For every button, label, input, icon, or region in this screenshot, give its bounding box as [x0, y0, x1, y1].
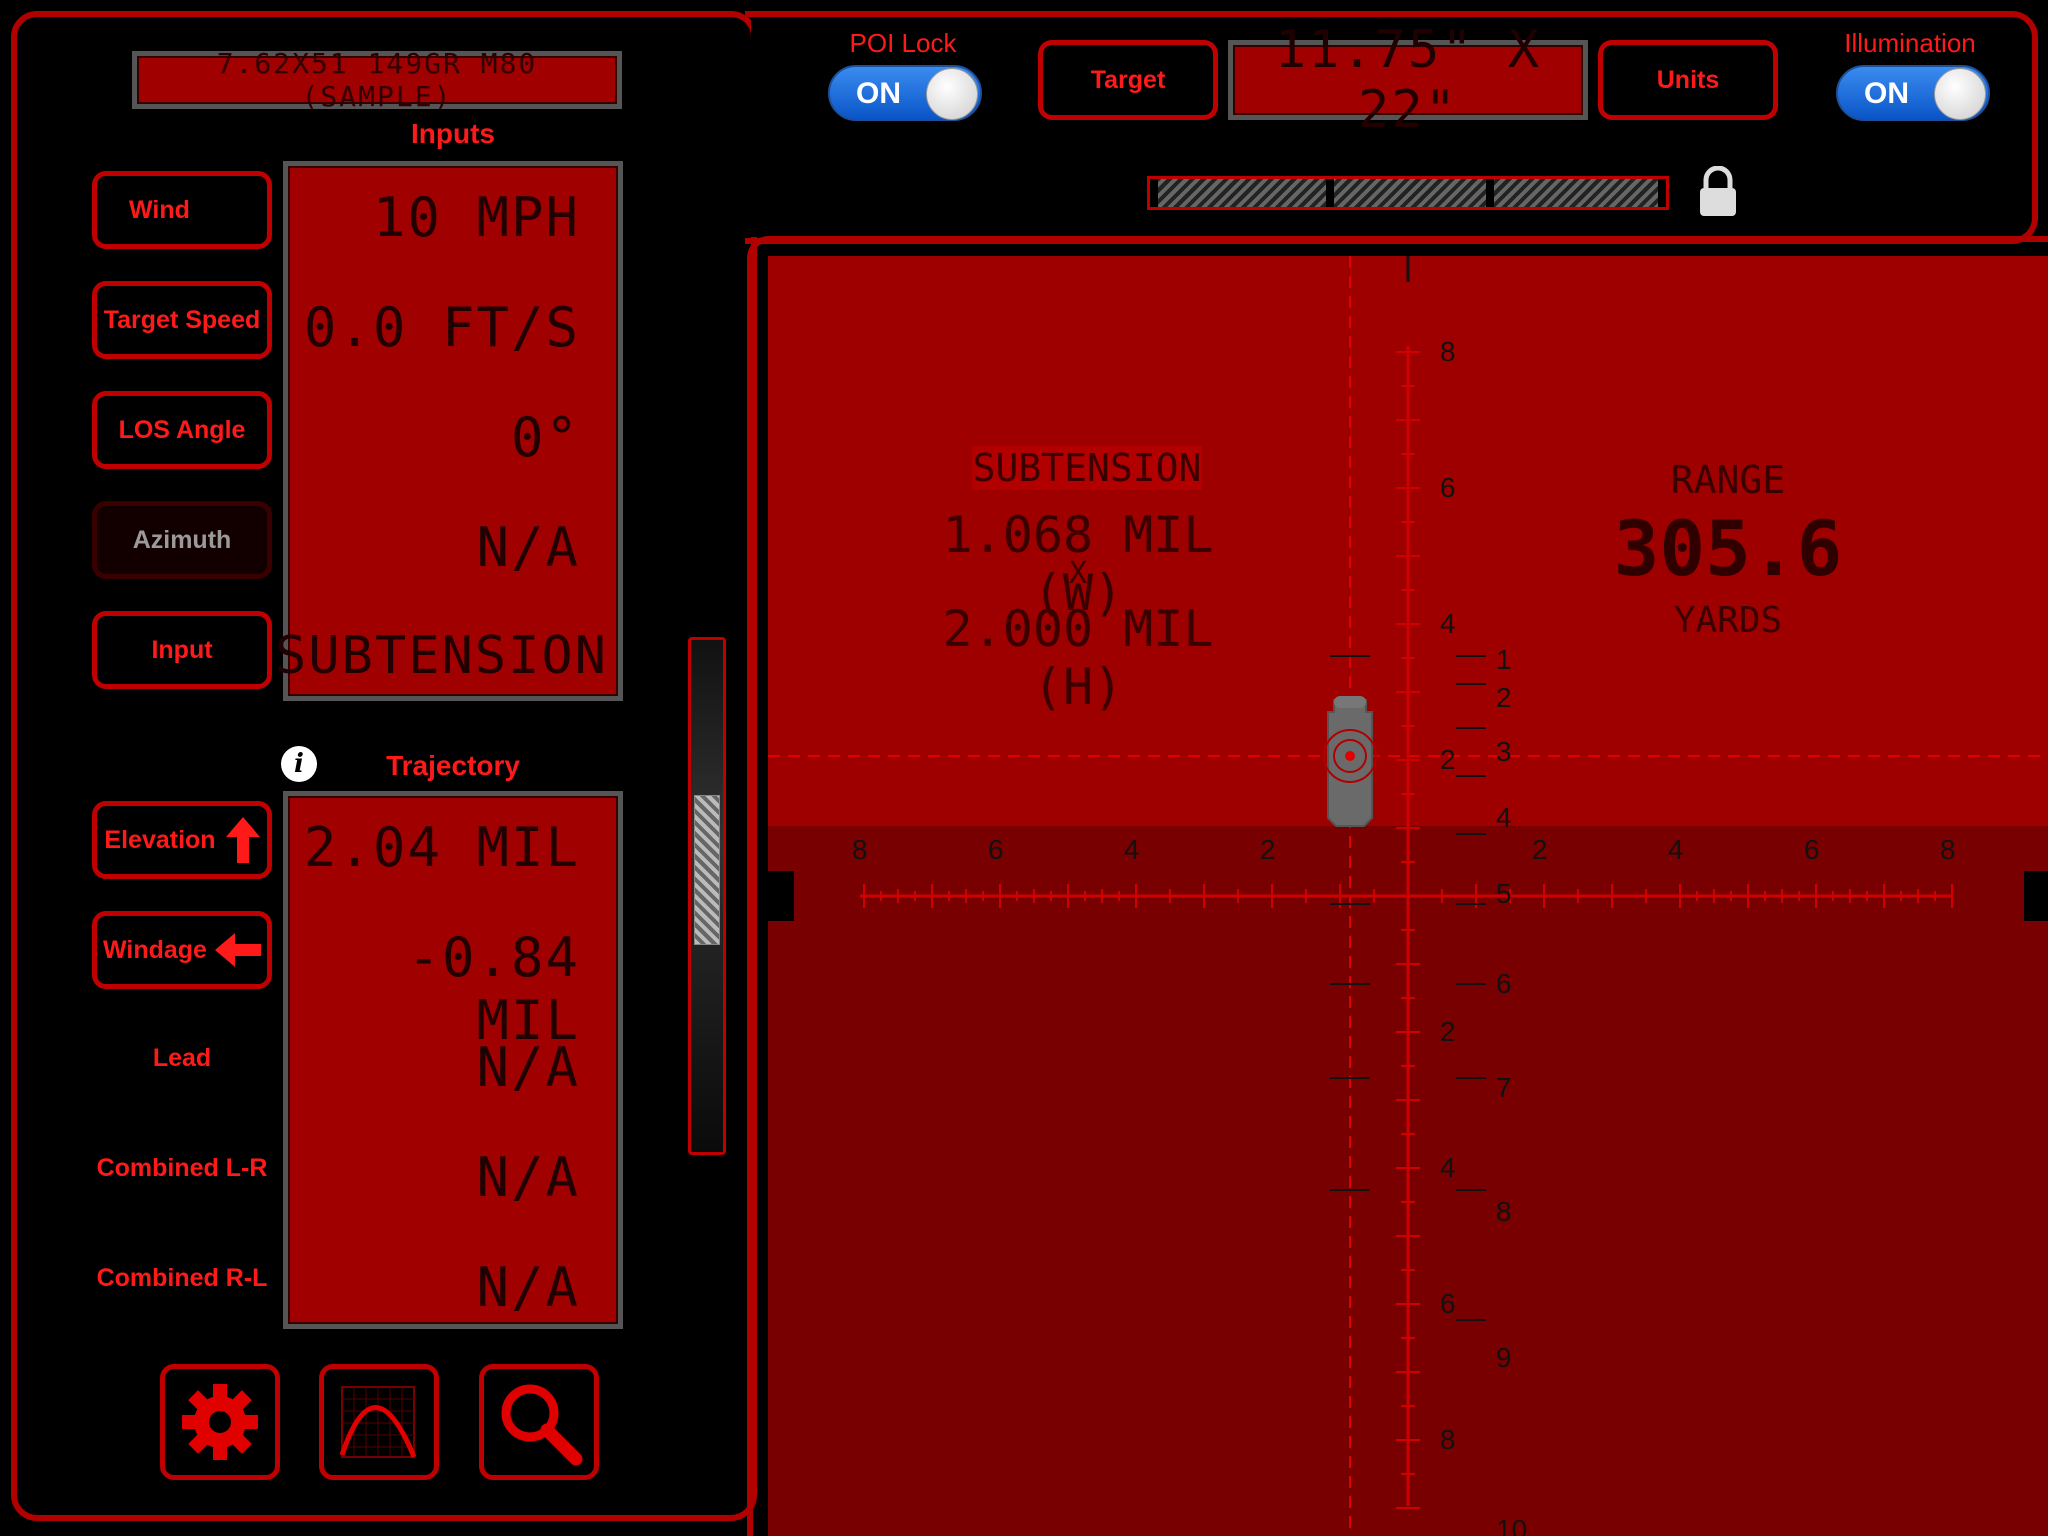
v-label: 2: [1440, 744, 1456, 775]
ammo-label: 7.62X51 149GR M80 (SAMPLE): [216, 47, 538, 113]
gear-icon: [182, 1384, 258, 1460]
target-speed-button[interactable]: Target Speed: [92, 281, 272, 359]
holdover-label: 8: [1496, 1196, 1512, 1227]
holdover-label: 4: [1496, 802, 1512, 833]
settings-button[interactable]: [160, 1364, 280, 1480]
holdover-label: 1: [1496, 644, 1512, 675]
azimuth-button[interactable]: Azimuth: [92, 501, 272, 579]
lead-label: Lead: [152, 1044, 212, 1072]
holdover-label: 5: [1496, 878, 1512, 909]
h-label: 6: [1804, 834, 1820, 865]
windage-value: -0.84 MIL: [407, 926, 580, 1052]
h-label: 8: [852, 834, 868, 865]
range-title: RANGE: [1670, 458, 1786, 502]
slider-thumb[interactable]: [694, 795, 720, 945]
trajectory-display: 2.04 MIL -0.84 MIL N/A N/A N/A: [283, 791, 623, 1329]
h-label: 8: [1940, 834, 1956, 865]
inputs-display: 10 MPH 0.0 FT/S 0° N/A SUBTENSION: [275, 161, 623, 701]
h-label: 6: [988, 834, 1004, 865]
v-label: 8: [1440, 1424, 1456, 1455]
search-button[interactable]: [479, 1364, 599, 1480]
elevation-button[interactable]: Elevation: [92, 801, 272, 879]
holdover-label: 7: [1496, 1072, 1512, 1103]
los-angle-button[interactable]: LOS Angle: [92, 391, 272, 469]
search-icon: [501, 1384, 583, 1466]
h-label: 4: [1124, 834, 1140, 865]
toggle-knob: [926, 68, 978, 120]
ammo-display[interactable]: 7.62X51 149GR M80 (SAMPLE): [132, 47, 622, 113]
trajectory-header: Trajectory: [386, 750, 520, 781]
poi-lock-state: ON: [856, 77, 901, 110]
reticle: [768, 256, 2048, 1536]
los-angle-value: 0°: [510, 406, 580, 469]
arrow-left-icon: [214, 933, 261, 967]
holdover-label: 3: [1496, 736, 1512, 767]
illumination-state: ON: [1864, 77, 1909, 110]
lock-icon[interactable]: [1696, 166, 1740, 218]
h-label: 4: [1668, 834, 1684, 865]
v-label: 6: [1440, 472, 1456, 503]
lead-value: N/A: [476, 1036, 580, 1099]
subtension-height: 2.000 MIL (H): [942, 600, 1214, 716]
target-button[interactable]: Target: [1038, 40, 1218, 120]
v-label: 2: [1440, 1016, 1456, 1047]
input-mode-button[interactable]: Input: [92, 611, 272, 689]
combined-lr-value: N/A: [476, 1146, 580, 1209]
input-mode-value: SUBTENSION: [274, 626, 608, 686]
combined-rl-value: N/A: [476, 1256, 580, 1319]
elevation-value: 2.04 MIL: [303, 816, 580, 879]
horizontal-scrubber[interactable]: [1147, 176, 1669, 210]
toggle-knob: [1934, 68, 1986, 120]
poi-lock-label: POI Lock: [849, 28, 957, 58]
wind-value: 10 MPH: [372, 186, 580, 249]
windage-label: Windage: [103, 935, 207, 964]
scope-view[interactable]: 8 6 4 2 2 4 6 8 8 6 4 2 2 4 6 8 1 2 3 4 …: [768, 256, 2048, 1536]
v-label: 8: [1440, 336, 1456, 367]
windage-button[interactable]: Windage: [92, 911, 272, 989]
holdover-label: 10: [1496, 1514, 1528, 1536]
trajectory-chart-button[interactable]: [319, 1364, 439, 1480]
illumination-label: Illumination: [1844, 28, 1976, 58]
v-label: 4: [1440, 608, 1456, 639]
wind-button[interactable]: Wind: [92, 171, 272, 249]
target-size-display: 11.75" X 22": [1228, 20, 1588, 140]
holdover-label: 2: [1496, 682, 1512, 713]
subtension-x: X: [1068, 556, 1088, 591]
units-button[interactable]: Units: [1598, 40, 1778, 120]
inputs-header: Inputs: [411, 118, 495, 149]
v-label: 6: [1440, 1288, 1456, 1319]
poi-lock-toggle[interactable]: ON: [828, 65, 982, 121]
illumination-toggle[interactable]: ON: [1836, 65, 1990, 121]
h-label: 2: [1260, 834, 1276, 865]
target-silhouette: [1323, 696, 1377, 827]
brightness-slider[interactable]: [688, 637, 726, 1155]
v-label: 4: [1440, 1152, 1456, 1183]
arrow-up-icon: [225, 817, 260, 863]
subtension-title: SUBTENSION: [972, 446, 1202, 490]
azimuth-value: N/A: [476, 516, 580, 579]
combined-rl-label: Combined R-L: [96, 1264, 268, 1292]
target-size-value: 11.75" X 22": [1274, 20, 1542, 140]
combined-lr-label: Combined L-R: [96, 1154, 268, 1182]
elevation-label: Elevation: [104, 825, 216, 854]
range-value: 305.6: [1613, 504, 1843, 593]
holdover-label: 6: [1496, 968, 1512, 999]
trajectory-graph-icon: [339, 1386, 417, 1458]
target-speed-value: 0.0 FT/S: [303, 296, 580, 359]
range-unit: YARDS: [1673, 600, 1783, 641]
holdover-label: 9: [1496, 1342, 1512, 1373]
h-label: 2: [1532, 834, 1548, 865]
